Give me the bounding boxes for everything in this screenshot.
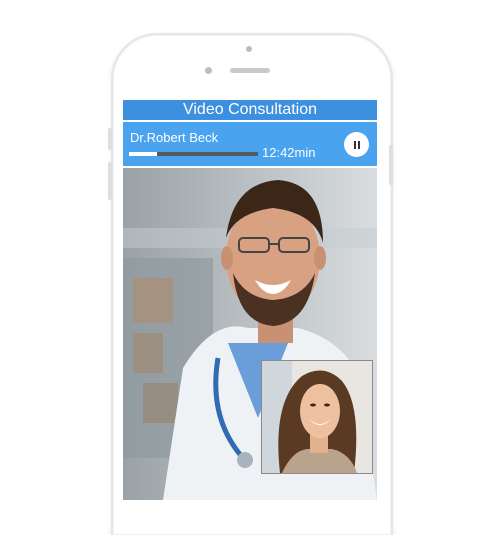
caller-name: Dr.Robert Beck: [130, 130, 219, 145]
call-progress-bar[interactable]: [129, 152, 258, 156]
phone-power-button: [389, 145, 393, 185]
phone-screen: Video Consultation Dr.Robert Beck 12:42m…: [123, 100, 377, 500]
proximity-sensor: [205, 67, 212, 74]
call-progress-fill: [129, 152, 158, 156]
pause-button[interactable]: [344, 132, 369, 157]
earpiece-speaker: [230, 68, 270, 73]
phone-volume-button: [108, 162, 112, 200]
pause-icon: [353, 140, 360, 149]
front-camera: [246, 46, 252, 52]
patient-video-preview[interactable]: [261, 360, 373, 474]
patient-video-image: [262, 361, 372, 473]
app-title: Video Consultation: [123, 100, 377, 120]
phone-side-button: [108, 128, 112, 150]
call-info-bar: Dr.Robert Beck 12:42min: [123, 122, 377, 166]
call-duration: 12:42min: [262, 145, 316, 160]
